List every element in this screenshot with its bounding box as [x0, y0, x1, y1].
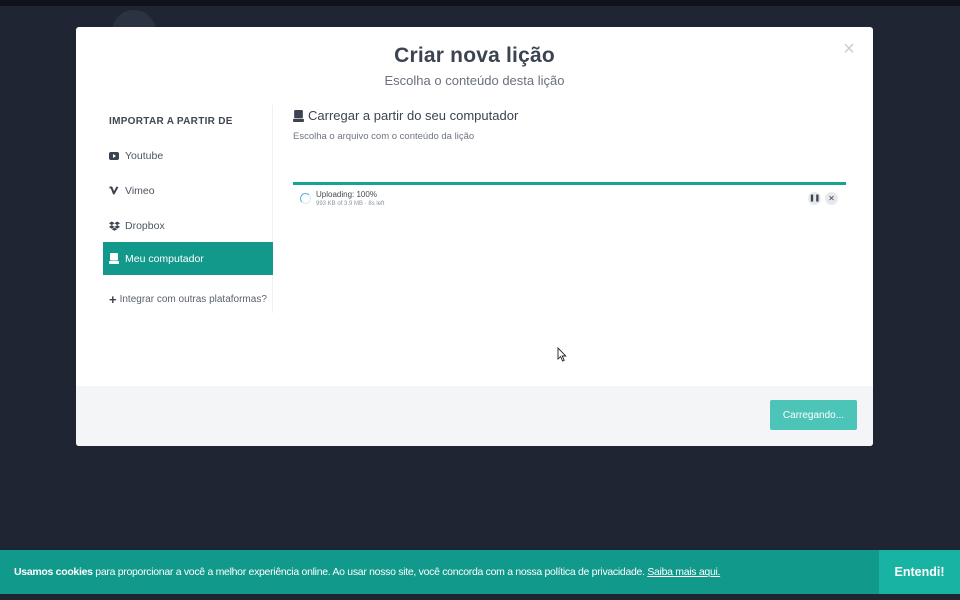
loading-submit-button[interactable]: Carregando...	[770, 400, 857, 430]
top-bar	[0, 0, 960, 6]
youtube-icon	[109, 151, 125, 160]
hard-drive-icon	[109, 253, 125, 264]
pause-icon: ❚❚	[809, 195, 820, 202]
modal-title: Criar nova lição	[394, 44, 555, 67]
upload-progress-fill	[293, 182, 846, 185]
import-sidebar: IMPORTAR A PARTIR DE Youtube Vimeo Dropb…	[103, 105, 273, 313]
cookie-message: Usamos cookies para proporcionar a você …	[0, 566, 879, 578]
sidebar-item-dropbox[interactable]: Dropbox	[103, 209, 273, 242]
modal-footer: Carregando...	[76, 386, 873, 446]
sidebar-item-label: Vimeo	[125, 184, 155, 197]
dropbox-icon	[109, 221, 125, 231]
hard-drive-icon	[293, 109, 304, 122]
cookie-accept-button[interactable]: Entendi!	[879, 550, 960, 594]
sidebar-item-label: Youtube	[125, 149, 164, 162]
sidebar-heading: IMPORTAR A PARTIR DE	[109, 116, 233, 127]
upload-detail: 993 KB of 3.9 MB · 8s left	[316, 201, 385, 207]
close-icon: ✕	[828, 194, 835, 203]
sidebar-item-vimeo[interactable]: Vimeo	[103, 174, 273, 207]
create-lesson-modal: × Criar nova lição Escolha o conteúdo de…	[76, 27, 873, 446]
plus-icon: +	[109, 292, 117, 307]
sidebar-item-label: Meu computador	[125, 252, 204, 265]
upload-title-text: Carregar a partir do seu computador	[308, 108, 519, 123]
loading-spinner-icon	[300, 193, 311, 204]
bottom-strip	[0, 594, 960, 600]
sidebar-item-meu-computador[interactable]: Meu computador	[103, 242, 273, 275]
sidebar-item-label: Dropbox	[125, 219, 165, 232]
vimeo-icon	[109, 186, 125, 195]
upload-status: Uploading: 100%	[316, 190, 377, 199]
upload-section-subtitle: Escolha o arquivo com o conteúdo da liçã…	[293, 131, 475, 142]
cookie-bold-text: Usamos cookies	[14, 566, 93, 578]
integrate-platforms-link[interactable]: + Integrar com outras plataformas?	[109, 292, 267, 307]
upload-section-title: Carregar a partir do seu computador	[293, 108, 518, 123]
pause-upload-button[interactable]: ❚❚	[808, 192, 821, 205]
cookie-body-text: para proporcionar a você a melhor experi…	[92, 566, 648, 578]
cookie-banner: Usamos cookies para proporcionar a você …	[0, 550, 960, 594]
integrate-label: Integrar com outras plataformas?	[119, 294, 267, 305]
upload-item: Uploading: 100% 993 KB of 3.9 MB · 8s le…	[293, 188, 846, 212]
modal-subtitle: Escolha o conteúdo desta lição	[384, 73, 565, 88]
cancel-upload-button[interactable]: ✕	[825, 192, 838, 205]
mouse-pointer-icon	[557, 346, 567, 367]
cookie-learn-more-link[interactable]: Saiba mais aqui.	[647, 566, 720, 578]
upload-progress-bar	[293, 182, 846, 185]
sidebar-item-youtube[interactable]: Youtube	[103, 139, 273, 172]
